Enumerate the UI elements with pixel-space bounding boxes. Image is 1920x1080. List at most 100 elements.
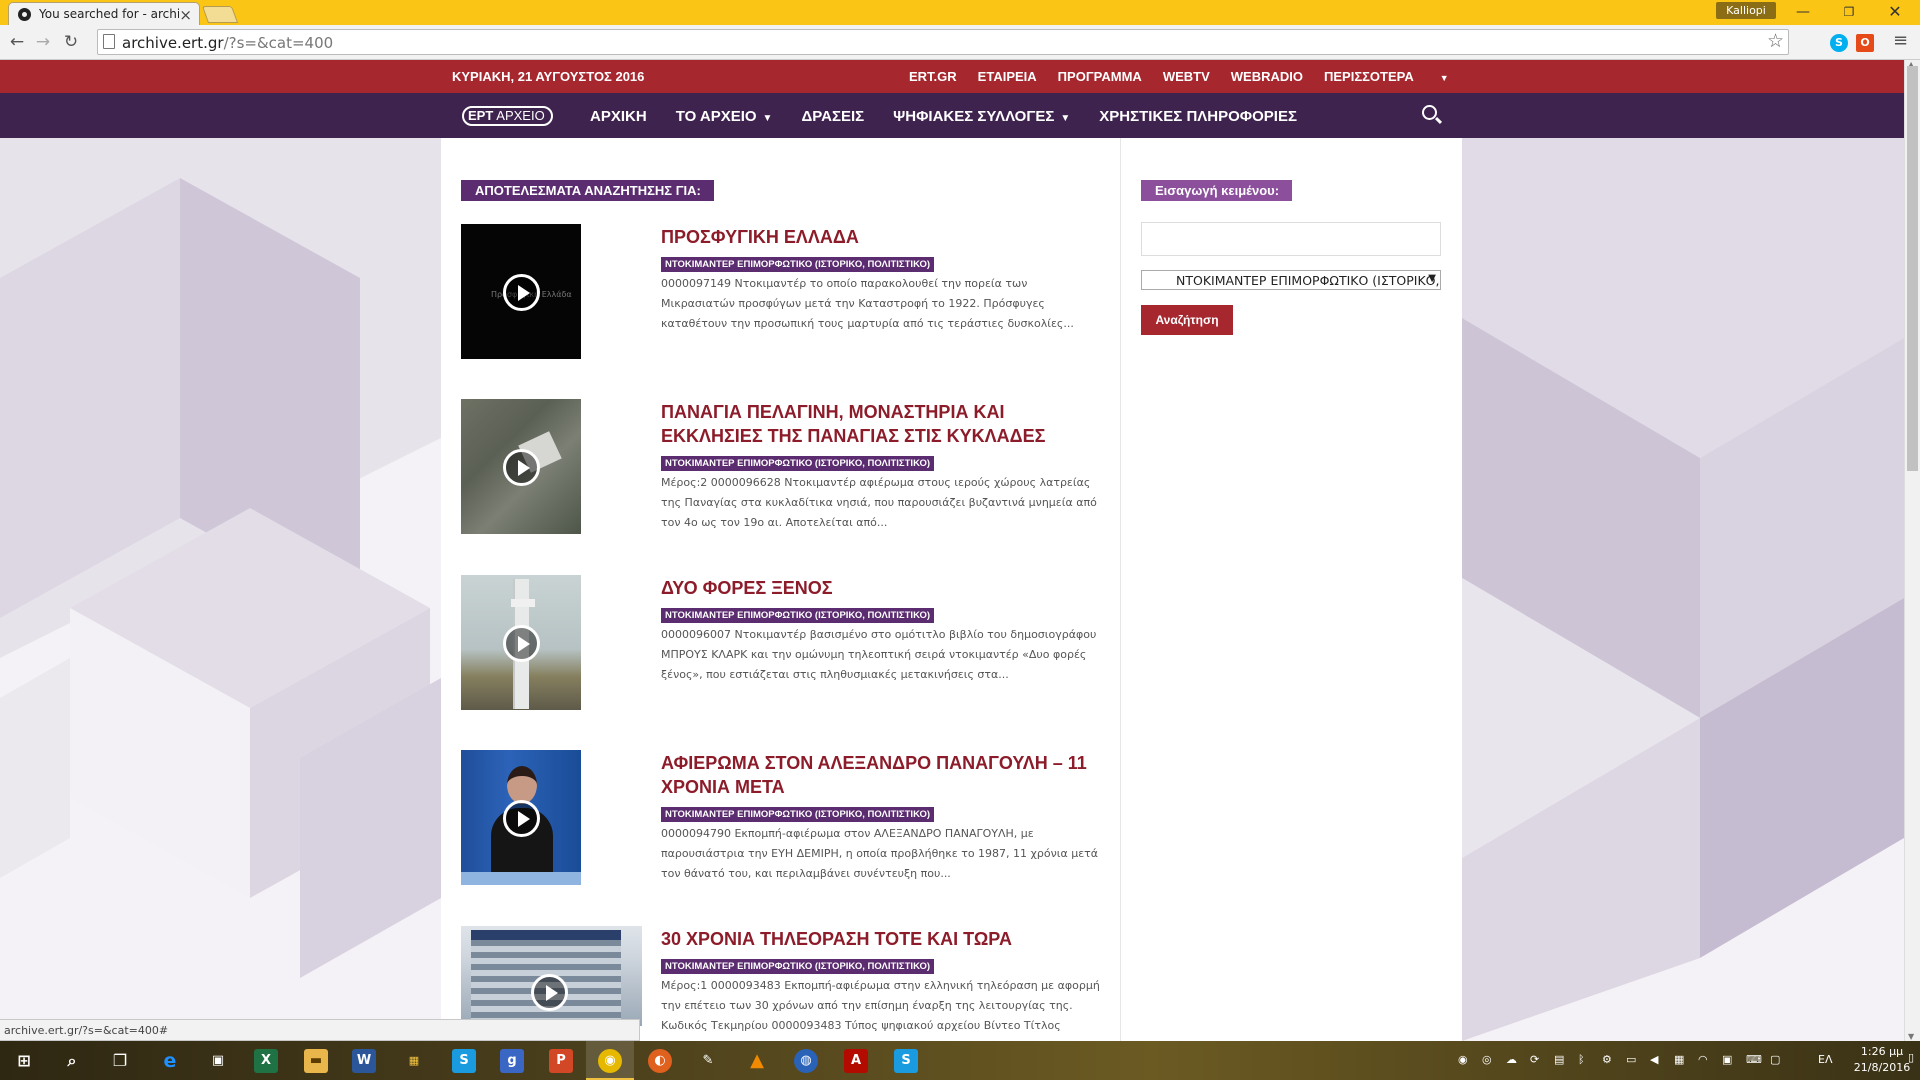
result-item: ΑΦΙΕΡΩΜΑ ΣΤΟΝ ΑΛΕΞΑΝΔΡΟ ΠΑΝΑΓΟΥΛΗ – 11 Χ…	[461, 750, 1101, 890]
windows-taskbar: ⊞ ⌕ ❐ e ▣ X ▬ W ▦ S g P ◉ ◐ ✎ ▲ ◍ A S ◉ …	[0, 1041, 1920, 1080]
task-view-icon[interactable]: ❐	[108, 1049, 132, 1073]
category-badge[interactable]: ΝΤΟΚΙΜΑΝΤΕΡ ΕΠΙΜΟΡΦΩΤΙΚΟ (ΙΣΤΟΡΙΚΟ, ΠΟΛΙ…	[661, 959, 935, 974]
video-thumbnail[interactable]	[461, 399, 581, 534]
toplink-more[interactable]: ΠΕΡΙΣΣΟΤΕΡΑ ▼	[1324, 69, 1470, 84]
cloud-tray-icon[interactable]: ☁	[1506, 1053, 1517, 1066]
language-indicator[interactable]: ΕΛ	[1818, 1053, 1832, 1066]
page-scrollbar[interactable]: ▲ ▼	[1904, 60, 1920, 1041]
category-badge[interactable]: ΝΤΟΚΙΜΑΝΤΕΡ ΕΠΙΜΟΡΦΩΤΙΚΟ (ΙΣΤΟΡΙΚΟ, ΠΟΛΙ…	[661, 608, 935, 623]
nav-item-useful-info[interactable]: ΧΡΗΣΤΙΚΕΣ ΠΛΗΡΟΦΟΡΙΕΣ	[1099, 108, 1297, 125]
browser-tab[interactable]: You searched for - archive ×	[8, 2, 200, 25]
volume-icon[interactable]: ◀	[1650, 1053, 1658, 1066]
update-tray-icon[interactable]: ⟳	[1530, 1053, 1539, 1066]
play-icon[interactable]	[531, 974, 568, 1011]
top-links: ERT.GR ΕΤΑΙΡΕΙΑ ΠΡΟΓΡΑΜΜΑ WEBTV WEBRADIO…	[909, 69, 1491, 84]
powerpoint-icon[interactable]: P	[549, 1049, 573, 1073]
search-button[interactable]: Αναζήτηση	[1141, 305, 1233, 335]
result-title[interactable]: ΠΑΝΑΓΙΑ ΠΕΛΑΓΙΝΗ, ΜΟΝΑΣΤΗΡΙΑ ΚΑΙ ΕΚΚΛΗΣΙ…	[661, 400, 1101, 448]
firefox-icon[interactable]: ◐	[648, 1049, 672, 1073]
video-thumbnail[interactable]	[461, 926, 642, 1026]
minimize-icon[interactable]: —	[1780, 0, 1826, 25]
browser-menu-icon[interactable]: ≡	[1893, 30, 1908, 51]
toplink-webradio[interactable]: WEBRADIO	[1231, 69, 1303, 84]
notification-tray-icon[interactable]: ▦	[1674, 1053, 1684, 1066]
vlc-icon[interactable]: ▲	[745, 1049, 769, 1073]
usb-tray-icon[interactable]: ⚙	[1602, 1053, 1612, 1066]
category-badge[interactable]: ΝΤΟΚΙΜΑΝΤΕΡ ΕΠΙΜΟΡΦΩΤΙΚΟ (ΙΣΤΟΡΙΚΟ, ΠΟΛΙ…	[661, 257, 935, 272]
toplink-program[interactable]: ΠΡΟΓΡΑΜΜΑ	[1058, 69, 1142, 84]
scroll-down-icon[interactable]: ▼	[1908, 1032, 1914, 1041]
tab-close-icon[interactable]: ×	[179, 6, 192, 24]
edge-browser-icon[interactable]: e	[158, 1049, 182, 1073]
network-tray-icon[interactable]: ▣	[1722, 1053, 1732, 1066]
nav-item-actions[interactable]: ΔΡΑΣΕΙΣ	[801, 108, 864, 125]
page-icon	[103, 34, 115, 49]
category-badge[interactable]: ΝΤΟΚΙΜΑΝΤΕΡ ΕΠΙΜΟΡΦΩΤΙΚΟ (ΙΣΤΟΡΙΚΟ, ΠΟΛΙ…	[661, 456, 935, 471]
restore-icon[interactable]: ❐	[1826, 0, 1872, 25]
app-tray-icon[interactable]: ▤	[1554, 1053, 1564, 1066]
close-window-icon[interactable]: ✕	[1872, 0, 1918, 25]
battery-icon[interactable]: ▭	[1626, 1053, 1636, 1066]
system-clock[interactable]: 1:26 μμ 21/8/2016	[1852, 1044, 1912, 1076]
toplink-webtv[interactable]: WEBTV	[1163, 69, 1210, 84]
result-title[interactable]: ΔΥΟ ΦΟΡΕΣ ΞΕΝΟΣ	[661, 576, 1101, 600]
chevron-down-icon: ▼	[1060, 113, 1071, 124]
keyboard-tray-icon[interactable]: ⌨	[1746, 1053, 1762, 1066]
toplink-company[interactable]: ΕΤΑΙΡΕΙΑ	[978, 69, 1037, 84]
chrome-tray-icon[interactable]: ◎	[1482, 1053, 1492, 1066]
new-tab-button[interactable]	[201, 6, 239, 23]
chrome-icon[interactable]: ◉	[598, 1049, 622, 1073]
search-icon[interactable]: ⌕	[60, 1049, 84, 1073]
forward-arrow-icon[interactable]: →	[32, 31, 54, 53]
windows-start-icon[interactable]: ⊞	[12, 1049, 36, 1073]
excel-icon[interactable]: X	[254, 1049, 278, 1073]
bookmark-star-icon[interactable]: ☆	[1767, 30, 1784, 52]
ert-favicon-icon	[18, 8, 31, 21]
result-title[interactable]: ΑΦΙΕΡΩΜΑ ΣΤΟΝ ΑΛΕΞΑΝΔΡΟ ΠΑΝΑΓΟΥΛΗ – 11 Χ…	[661, 751, 1101, 799]
ert-archive-logo[interactable]: ΕΡΤ ΑΡΧΕΙΟ	[462, 106, 553, 126]
play-icon[interactable]	[503, 625, 540, 662]
office-extension-icon[interactable]: O	[1856, 34, 1874, 52]
toplink-ertgr[interactable]: ERT.GR	[909, 69, 957, 84]
search-text-input[interactable]	[1141, 222, 1441, 256]
store-icon[interactable]: ▣	[206, 1049, 230, 1073]
display-tray-icon[interactable]: ▢	[1770, 1053, 1780, 1066]
nav-item-home[interactable]: ΑΡΧΙΚΗ	[590, 108, 647, 125]
result-title[interactable]: ΠΡΟΣΦΥΓΙΚΗ ΕΛΛΑΔΑ	[661, 225, 1101, 249]
chevron-down-icon: ▼	[1439, 73, 1449, 83]
video-thumbnail[interactable]: Προσφυγική Ελλάδα	[461, 224, 581, 359]
play-icon[interactable]	[503, 449, 540, 486]
profile-badge[interactable]: Kalliopi	[1716, 2, 1776, 19]
skype-taskbar-icon[interactable]: S	[452, 1049, 476, 1073]
file-explorer-icon[interactable]: ▬	[304, 1049, 328, 1073]
skype-extension-icon[interactable]: S	[1830, 34, 1848, 52]
browser-toolbar: ← → ↻ archive.ert.gr/?s=&cat=400 ☆ S O ≡	[0, 25, 1920, 60]
word-icon[interactable]: W	[352, 1049, 376, 1073]
category-badge[interactable]: ΝΤΟΚΙΜΑΝΤΕΡ ΕΠΙΜΟΡΦΩΤΙΚΟ (ΙΣΤΟΡΙΚΟ, ΠΟΛΙ…	[661, 807, 935, 822]
wifi-icon[interactable]: ◠	[1698, 1053, 1708, 1066]
nav-item-archive[interactable]: ΤΟ ΑΡΧΕΙΟ ▼	[676, 108, 773, 125]
reload-icon[interactable]: ↻	[60, 31, 82, 53]
search-icon[interactable]	[1422, 105, 1437, 120]
skype-tray-icon[interactable]: ◉	[1458, 1053, 1468, 1066]
google-app-icon[interactable]: g	[500, 1049, 524, 1073]
sidebar-heading: Εισαγωγή κειμένου:	[1141, 180, 1293, 201]
acrobat-icon[interactable]: A	[844, 1049, 868, 1073]
scrollbar-thumb[interactable]	[1907, 66, 1918, 471]
back-arrow-icon[interactable]: ←	[6, 31, 28, 53]
category-select[interactable]: ΝΤΟΚΙΜΑΝΤΕΡ ΕΠΙΜΟΡΦΩΤΙΚΟ (ΙΣΤΟΡΙΚΟ, ΠΟΛΙ…	[1141, 270, 1441, 290]
play-icon[interactable]	[503, 800, 540, 837]
video-thumbnail[interactable]	[461, 750, 581, 885]
skype-icon[interactable]: S	[894, 1049, 918, 1073]
tools-icon[interactable]: ✎	[696, 1049, 720, 1073]
nav-item-digital-collections[interactable]: ΨΗΦΙΑΚΕΣ ΣΥΛΛΟΓΕΣ ▼	[893, 108, 1070, 125]
action-center-icon[interactable]: ▯	[1908, 1051, 1914, 1064]
result-title[interactable]: 30 ΧΡΟΝΙΑ ΤΗΛΕΟΡΑΣΗ ΤΟΤΕ ΚΑΙ ΤΩΡΑ	[661, 927, 1101, 951]
bluetooth-icon[interactable]: ᛒ	[1578, 1053, 1585, 1066]
play-icon[interactable]	[503, 274, 540, 311]
app-grid-icon[interactable]: ▦	[402, 1049, 426, 1073]
globe-icon[interactable]: ◍	[794, 1049, 818, 1073]
video-thumbnail[interactable]	[461, 575, 581, 710]
result-description: 0000096007 Ντοκιμαντέρ βασισμένο στο ομό…	[661, 628, 1097, 681]
address-bar[interactable]: archive.ert.gr/?s=&cat=400 ☆	[97, 29, 1789, 55]
